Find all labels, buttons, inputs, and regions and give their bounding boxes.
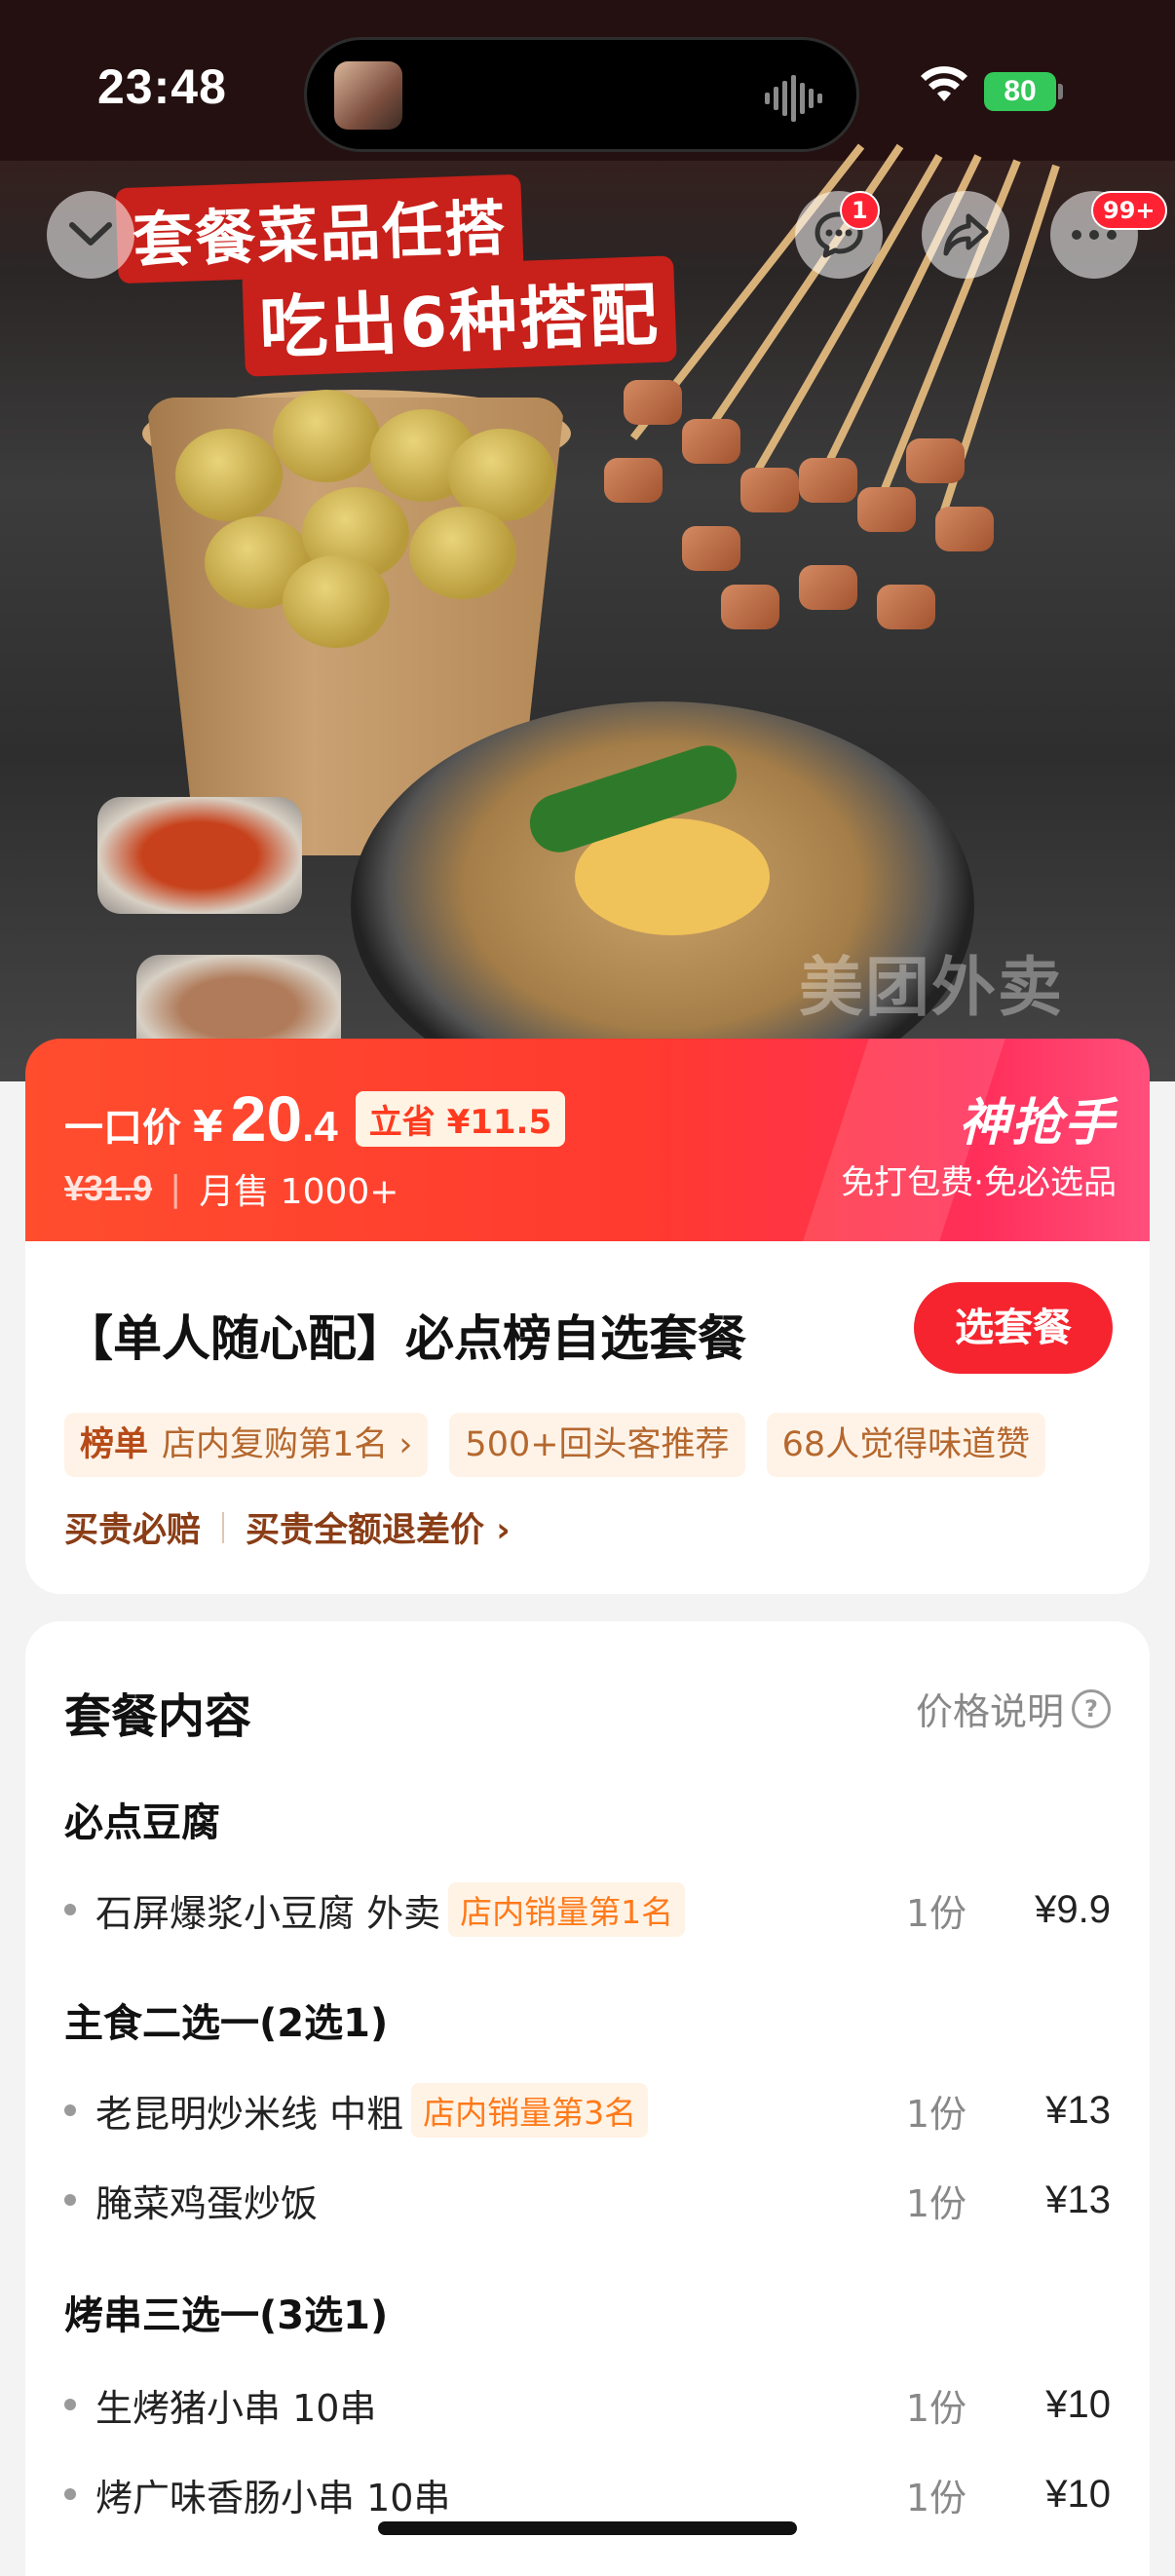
bullet-dot — [64, 2399, 76, 2410]
watermark: 美团外卖 — [799, 950, 1064, 1025]
guarantee-divider — [222, 1511, 225, 1543]
item-price: ¥10 — [1045, 2382, 1111, 2426]
hero-image[interactable]: 23:48 80 美团外卖 套餐菜品任搭 吃出6种搭配 1 99+ — [0, 0, 1175, 1081]
item-name: 石屏爆浆小豆腐 外卖 — [95, 1891, 441, 1935]
package-title: 套餐内容 — [64, 1689, 252, 1744]
bullet-dot — [64, 1904, 76, 1915]
chevron-down-icon — [69, 222, 112, 246]
price-subline: ¥31.9 | 月售 1000+ — [64, 1163, 398, 1214]
tag-ranking[interactable]: 榜单 店内复购第1名 › — [64, 1413, 429, 1477]
tag-repeat-customers: 500+回头客推荐 — [449, 1413, 745, 1477]
guarantee-detail: 买贵全额退差价 › — [246, 1511, 511, 1550]
item-price: ¥9.9 — [1035, 1887, 1111, 1931]
dynamic-island[interactable] — [304, 37, 859, 152]
list-item[interactable]: 石屏爆浆小豆腐 外卖 店内销量第1名 1份 ¥9.9 — [64, 1880, 1111, 1939]
now-playing-avatar — [334, 61, 402, 130]
banner-line-2: 吃出6种搭配 — [242, 255, 677, 377]
price-strip: 一口价 ¥ 20 .4 立省 ¥11.5 ¥31.9 | 月售 1000+ 神抢… — [25, 1039, 1150, 1243]
share-button[interactable] — [922, 191, 1009, 279]
tag-ranking-head: 榜单 — [80, 1425, 149, 1464]
bullet-dot — [64, 2488, 76, 2500]
promo-subtitle: 免打包费·免必选品 — [841, 1163, 1117, 1202]
item-quantity: 1份 — [905, 2092, 967, 2136]
home-indicator[interactable] — [378, 2521, 797, 2535]
list-item[interactable]: 生烤猪小串 10串 1份 ¥10 — [64, 2375, 1111, 2434]
guarantee-label: 买贵必赔 — [64, 1511, 202, 1550]
price-explanation-label: 价格说明 — [915, 1690, 1064, 1733]
list-item[interactable]: 烤广味香肠小串 10串 1份 ¥10 — [64, 2465, 1111, 2523]
status-time: 23:48 — [97, 59, 227, 114]
message-badge: 1 — [840, 191, 880, 230]
collapse-button[interactable] — [47, 191, 134, 279]
package-content-card: 套餐内容 价格说明 ? 必点豆腐 石屏爆浆小豆腐 外卖 店内销量第1名 1份 ¥… — [25, 1621, 1150, 2576]
status-bar: 23:48 80 — [0, 0, 1175, 161]
price-decimal: .4 — [302, 1103, 338, 1151]
audio-wave-icon — [765, 75, 822, 122]
price-line: 一口价 ¥ 20 .4 立省 ¥11.5 — [64, 1081, 566, 1155]
item-name: 腌菜鸡蛋炒饭 — [95, 2181, 319, 2225]
item-name: 生烤猪小串 10串 — [95, 2386, 377, 2430]
product-title: 【单人随心配】必点榜自选套餐 — [64, 1310, 746, 1367]
price-guarantee[interactable]: 买贵必赔 买贵全额退差价 › — [64, 1502, 511, 1552]
list-item[interactable]: 老昆明炒米线 中粗 店内销量第3名 1份 ¥13 — [64, 2081, 1111, 2140]
item-rank-badge: 店内销量第1名 — [448, 1882, 686, 1937]
tag-taste-likes: 68人觉得味道赞 — [766, 1413, 1046, 1477]
product-tags: 榜单 店内复购第1名 › 500+回头客推荐 68人觉得味道赞 — [64, 1413, 1046, 1477]
wifi-icon — [921, 66, 967, 101]
item-price: ¥13 — [1045, 2178, 1111, 2221]
item-price: ¥13 — [1045, 2088, 1111, 2132]
chili-sauce-dish — [97, 797, 302, 914]
item-price: ¥10 — [1045, 2472, 1111, 2516]
more-dots-icon — [1072, 230, 1117, 240]
monthly-sales: 月售 1000+ — [199, 1172, 399, 1212]
question-circle-icon: ? — [1072, 1688, 1111, 1728]
item-quantity: 1份 — [905, 2386, 967, 2430]
item-quantity: 1份 — [905, 2476, 967, 2519]
tag-ranking-text: 店内复购第1名 › — [162, 1425, 413, 1464]
product-card: 【单人随心配】必点榜自选套餐 选套餐 榜单 店内复购第1名 › 500+回头客推荐… — [25, 1241, 1150, 1594]
more-badge: 99+ — [1091, 191, 1167, 230]
share-arrow-icon — [943, 213, 989, 256]
price-integer: 20 — [230, 1082, 303, 1155]
group-title-tofu: 必点豆腐 — [64, 1800, 220, 1845]
savings-tag: 立省 ¥11.5 — [355, 1091, 566, 1147]
price-label: 一口价 — [64, 1106, 181, 1151]
item-rank-badge: 店内销量第3名 — [411, 2083, 649, 2138]
bullet-dot — [64, 2194, 76, 2206]
price-separator: | — [170, 1168, 182, 1209]
group-title-skewers: 烤串三选一(3选1) — [64, 2293, 389, 2338]
choose-package-button[interactable]: 选套餐 — [914, 1282, 1113, 1374]
original-price: ¥31.9 — [64, 1168, 153, 1208]
promo-title: 神抢手 — [958, 1094, 1117, 1153]
list-item[interactable]: 腌菜鸡蛋炒饭 1份 ¥13 — [64, 2171, 1111, 2229]
item-quantity: 1份 — [905, 2181, 967, 2225]
group-title-staple: 主食二选一(2选1) — [64, 2001, 389, 2046]
bullet-dot — [64, 2104, 76, 2116]
battery-level: 80 — [984, 72, 1056, 111]
price-currency: ¥ — [193, 1102, 223, 1152]
item-name: 老昆明炒米线 中粗 — [95, 2092, 404, 2136]
item-name: 烤广味香肠小串 10串 — [95, 2476, 451, 2519]
battery-tip — [1058, 84, 1063, 99]
price-explanation-link[interactable]: 价格说明 ? — [916, 1682, 1111, 1735]
item-quantity: 1份 — [905, 1891, 967, 1935]
